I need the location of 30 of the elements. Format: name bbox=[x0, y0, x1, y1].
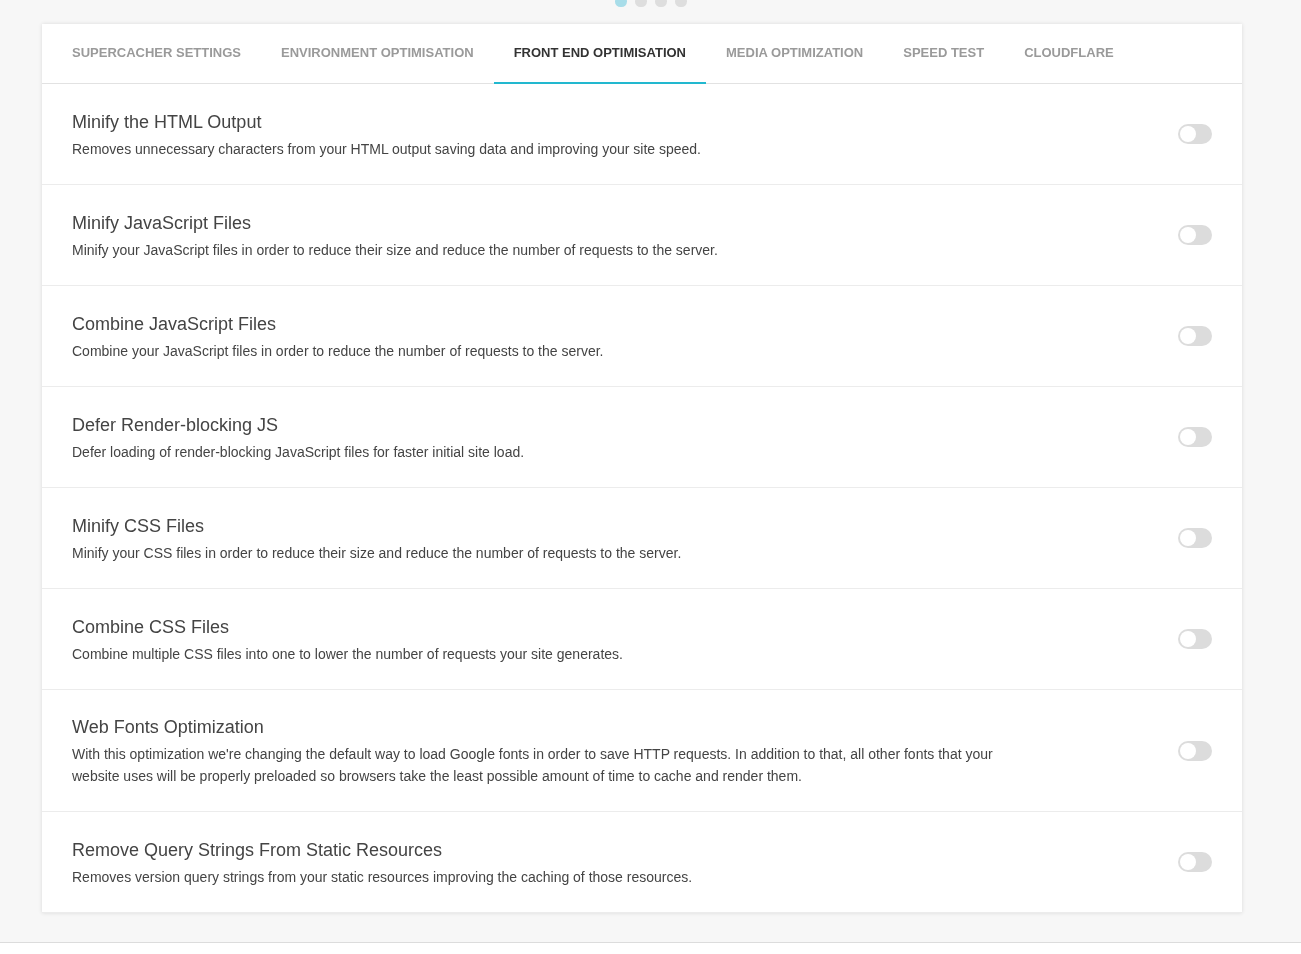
toggle-switch[interactable] bbox=[1178, 427, 1212, 447]
setting-title: Web Fonts Optimization bbox=[72, 716, 265, 739]
tab[interactable]: SPEED TEST bbox=[883, 24, 1005, 84]
setting-title: Minify CSS Files bbox=[72, 514, 206, 538]
setting-description: Removes unnecessary characters from your HTML output saving data and improving your site speed. bbox=[72, 139, 701, 159]
setting-title: Combine CSS Files bbox=[72, 615, 231, 639]
tab[interactable]: ENVIRONMENT OPTIMISATION bbox=[261, 24, 494, 84]
setting-description: Defer loading of render-blocking JavaScript files for faster initial site load. bbox=[72, 442, 525, 462]
toggle-switch[interactable] bbox=[1178, 852, 1212, 872]
tab[interactable]: FRONT END OPTIMISATION bbox=[493, 24, 706, 84]
toggle-switch[interactable] bbox=[1178, 528, 1212, 548]
setting-title: Combine JavaScript Files bbox=[72, 312, 278, 336]
toggle-switch[interactable] bbox=[1178, 740, 1212, 761]
setting-description: Minify your CSS files in order to reduce their size and reduce the number of requests to the server. bbox=[72, 543, 682, 563]
setting-title: Minify the HTML Output bbox=[72, 110, 263, 134]
tab[interactable]: SUPERCACHER SETTINGS bbox=[52, 24, 262, 84]
tab[interactable]: CLOUDFLARE bbox=[1004, 24, 1134, 84]
tab[interactable]: MEDIA OPTIMIZATION bbox=[706, 24, 884, 84]
toggle-switch[interactable] bbox=[1178, 326, 1212, 346]
setting-title: Minify JavaScript Files bbox=[72, 211, 253, 235]
setting-description: Combine multiple CSS files into one to lower the number of requests your site generates. bbox=[72, 644, 623, 664]
setting-description: Removes version query strings from your static resources improving the caching of those resources. bbox=[72, 867, 693, 887]
setting-title: Defer Render-blocking JS bbox=[72, 413, 280, 437]
setting-description: With this optimization we're changing the default way to load Google fonts in order to save HTTP requests. In addition to that, all other fonts that your website uses will be properly preloaded so browsers take the least possible amount of time to cache and render them. bbox=[72, 745, 994, 786]
setting-title: Remove Query Strings From Static Resources bbox=[72, 838, 444, 862]
setting-description: Combine your JavaScript files in order to reduce the number of requests to the server. bbox=[72, 341, 604, 361]
toggle-switch[interactable] bbox=[1178, 225, 1212, 245]
toggle-switch[interactable] bbox=[1178, 629, 1212, 649]
toggle-switch[interactable] bbox=[1178, 124, 1212, 144]
setting-description: Minify your JavaScript files in order to reduce their size and reduce the number of requests to the server. bbox=[72, 240, 718, 260]
